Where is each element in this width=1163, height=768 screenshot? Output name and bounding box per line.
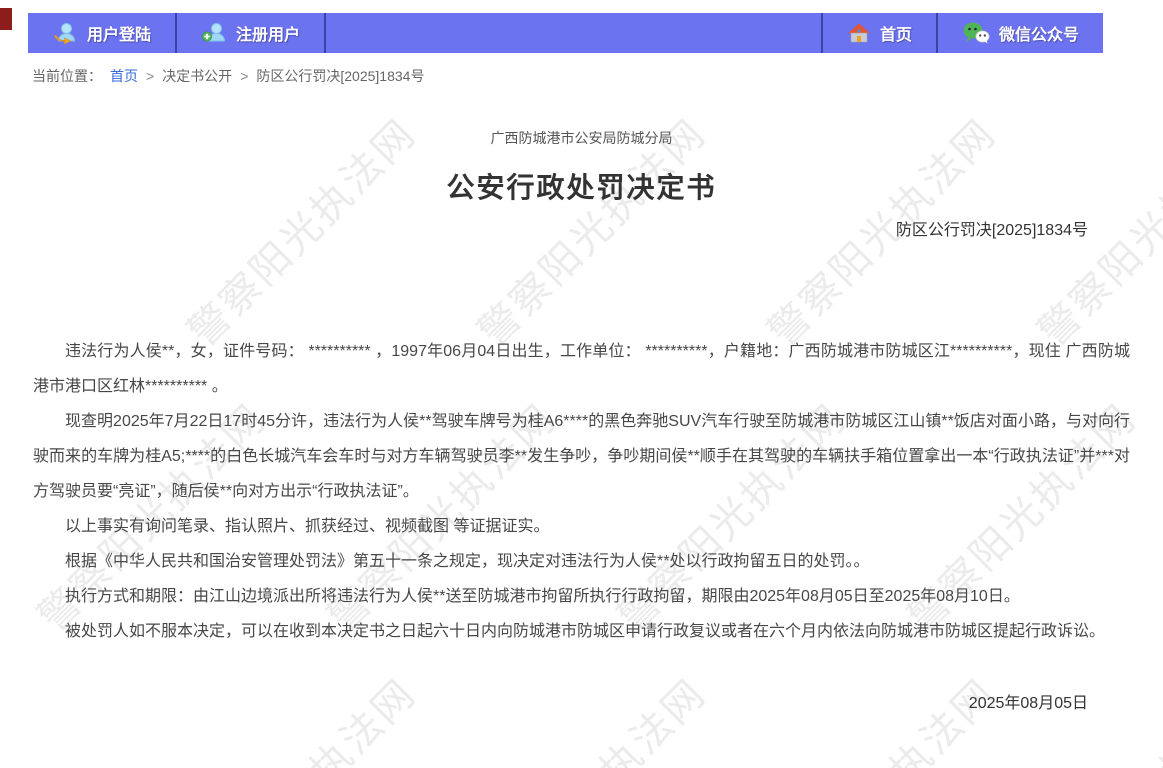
wechat-label: 微信公众号 <box>999 21 1079 45</box>
home-label: 首页 <box>880 21 912 45</box>
login-label: 用户登陆 <box>87 21 151 45</box>
paragraph-legal-basis: 根据《中华人民共和国治安管理处罚法》第五十一条之规定，现决定对违法行为人侯**处… <box>33 544 1130 579</box>
paragraph-offender-info: 违法行为人侯**，女，证件号码： ********** ，1997年06月04日… <box>33 334 1130 404</box>
register-button[interactable]: 注册用户 <box>177 13 324 53</box>
breadcrumb-home-link[interactable]: 首页 <box>110 66 138 86</box>
page: 警察阳光执法网 警察阳光执法网 警察阳光执法网 警察阳光执法网 警察阳光执法网 … <box>0 0 1163 768</box>
paragraph-enforcement: 执行方式和期限：由江山边境派出所将违法行为人侯**送至防城港市拘留所执行行政拘留… <box>33 579 1130 614</box>
paragraph-evidence: 以上事实有询问笔录、指认照片、抓获经过、视频截图 等证据证实。 <box>33 509 1130 544</box>
document-title: 公安行政处罚决定书 <box>33 171 1130 205</box>
home-button[interactable]: 首页 <box>823 13 936 53</box>
user-login-icon <box>52 20 78 46</box>
breadcrumb-separator: > <box>146 68 154 84</box>
document-number: 防区公行罚决[2025]1834号 <box>33 221 1130 241</box>
breadcrumb-label: 当前位置： <box>32 66 102 86</box>
wechat-button[interactable]: 微信公众号 <box>938 13 1103 53</box>
document-date: 2025年08月05日 <box>33 689 1130 713</box>
navbar-divider <box>324 13 326 53</box>
register-label: 注册用户 <box>236 21 300 45</box>
top-navigation-bar: 用户登陆 注册用户 <box>28 13 1103 53</box>
paragraph-facts: 现查明2025年7月22日17时45分许，违法行为人侯**驾驶车牌号为桂A6**… <box>33 404 1130 509</box>
breadcrumb: 当前位置： 首页 > 决定书公开 > 防区公行罚决[2025]1834号 <box>32 66 424 86</box>
breadcrumb-section: 决定书公开 <box>162 66 232 86</box>
register-user-icon <box>201 20 227 46</box>
penalty-decision-document: 广西防城港市公安局防城分局 公安行政处罚决定书 防区公行罚决[2025]1834… <box>0 0 1163 713</box>
issuing-agency: 广西防城港市公安局防城分局 <box>33 130 1130 147</box>
wechat-icon <box>962 21 990 45</box>
paragraph-appeal-rights: 被处罚人如不服本决定，可以在收到本决定书之日起六十日内向防城港市防城区申请行政复… <box>33 614 1130 649</box>
login-button[interactable]: 用户登陆 <box>28 13 175 53</box>
breadcrumb-separator: > <box>240 68 248 84</box>
breadcrumb-current: 防区公行罚决[2025]1834号 <box>256 66 424 86</box>
home-icon <box>847 21 871 45</box>
